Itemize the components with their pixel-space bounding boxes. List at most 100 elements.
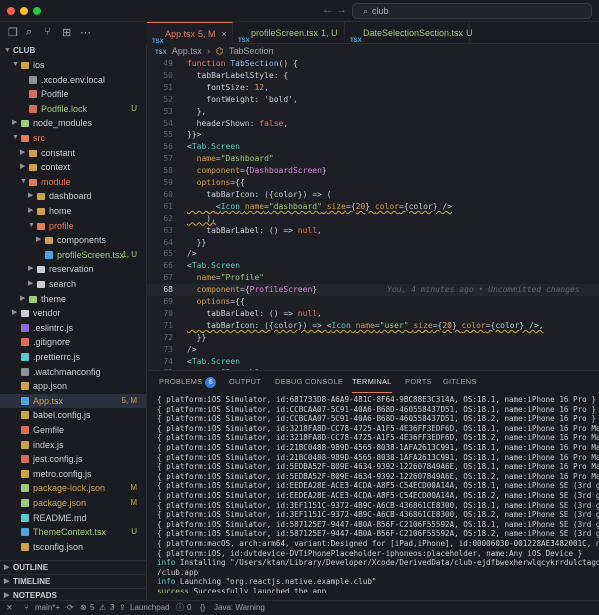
file-row[interactable]: .gitignore <box>0 335 146 349</box>
folder-row[interactable]: ▶ components <box>0 233 146 247</box>
file-row[interactable]: package.json M <box>0 496 146 510</box>
tab-app-tsx[interactable]: TSX App.tsx 5, M × <box>147 22 233 45</box>
code-line[interactable]: 64 }} <box>147 237 599 249</box>
folder-row[interactable]: ▶ context <box>0 160 146 174</box>
chevron-down-icon: ▼ <box>28 221 35 229</box>
warning-count[interactable]: 3 <box>110 601 114 615</box>
panel-tab-output[interactable]: OUTPUT <box>229 371 261 393</box>
section-timeline[interactable]: ▶ TIMELINE <box>0 574 146 588</box>
zoom-window-button[interactable] <box>33 7 41 15</box>
panel-tab-debug-console[interactable]: DEBUG CONSOLE <box>275 371 343 393</box>
close-icon[interactable]: × <box>222 29 227 39</box>
code-editor[interactable]: 49 function TabSection() {50 tabBarLabelS… <box>147 58 599 370</box>
source-control-icon[interactable]: ⑂ <box>44 26 51 38</box>
launchpad-label[interactable]: Launchpad <box>130 601 170 615</box>
code-line[interactable]: 56 <Tab.Screen <box>147 141 599 153</box>
back-arrow-icon[interactable]: ← <box>322 4 333 16</box>
branch-name[interactable]: main*+ <box>35 601 60 615</box>
panel-tab-problems[interactable]: PROBLEMS 6 <box>159 371 217 393</box>
sync-icon[interactable]: ⟳ <box>67 601 74 615</box>
code-line[interactable]: 51 fontSize: 12, <box>147 82 599 94</box>
more-icon[interactable]: ⋯ <box>80 26 91 39</box>
tab-profilescreen-tsx[interactable]: TSX profileScreen.tsx 1, U <box>233 22 345 44</box>
folder-row[interactable]: ▶ theme <box>0 292 146 306</box>
code-line[interactable]: 67 name="Profile" <box>147 272 599 284</box>
line-number: 53 <box>163 106 173 116</box>
code-line[interactable]: 69 options={{ <box>147 296 599 308</box>
code-line[interactable]: 55}}> <box>147 129 599 141</box>
command-center-search[interactable]: ⌕ club <box>352 3 592 19</box>
code-line[interactable]: 68 component={ProfileScreen} You, 4 minut… <box>147 284 599 297</box>
code-line[interactable]: 53 }, <box>147 106 599 118</box>
forward-arrow-icon[interactable]: → <box>336 4 347 16</box>
code-line[interactable]: 61 <Icon name="dashboard" size={20} colo… <box>147 201 599 213</box>
file-row[interactable]: .xcode.env.local <box>0 73 146 87</box>
folder-row[interactable]: ▶ search <box>0 277 146 291</box>
folder-row[interactable]: ▶ home <box>0 204 146 218</box>
folder-row[interactable]: ▶ reservation <box>0 262 146 276</box>
code-line[interactable]: 74 <Tab.Screen <box>147 356 599 368</box>
tab-dateselectionsection-tsx[interactable]: TSX DateSelectionSection.tsx U <box>345 22 473 44</box>
code-line[interactable]: 49 function TabSection() { <box>147 58 599 70</box>
file-row[interactable]: package-lock.json M <box>0 481 146 495</box>
file-row[interactable]: .prettierrc.js <box>0 350 146 364</box>
code-line[interactable]: 62 ), <box>147 213 599 225</box>
extensions-icon[interactable]: ⊞ <box>62 26 71 39</box>
terminal[interactable]: { platform:iOS Simulator, id:681733D8-A6… <box>157 393 599 593</box>
code-line[interactable]: 54 headerShown: false, <box>147 118 599 130</box>
error-count[interactable]: 5 <box>90 601 94 615</box>
code-line[interactable]: 73 /> <box>147 344 599 356</box>
code-line[interactable]: 65 /> <box>147 248 599 260</box>
command-center-text: club <box>372 6 389 16</box>
remote-icon[interactable]: ⨯ <box>6 601 13 615</box>
file-row[interactable]: app.json <box>0 379 146 393</box>
folder-row[interactable]: ▶ vendor <box>0 306 146 320</box>
code-line[interactable]: 72 }} <box>147 332 599 344</box>
file-row[interactable]: Podfile.lock U <box>0 102 146 116</box>
explorer-root[interactable]: ▼ CLUB <box>0 44 146 58</box>
file-row[interactable]: Gemfile <box>0 423 146 437</box>
file-row[interactable]: App.tsx 5, M <box>0 393 146 408</box>
breadcrumb-file[interactable]: App.tsx <box>172 46 202 56</box>
folder-row[interactable]: ▼ src <box>0 131 146 145</box>
search-view-icon[interactable]: ⌕ <box>26 26 32 39</box>
file-row[interactable]: metro.config.js <box>0 467 146 481</box>
folder-row[interactable]: ▼ module <box>0 175 146 189</box>
file-row[interactable]: profileScreen.tsx 1, U <box>0 248 146 262</box>
section-outline[interactable]: ▶ OUTLINE <box>0 560 146 574</box>
folder-row[interactable]: ▶ dashboard <box>0 189 146 203</box>
folder-row[interactable]: ▶ node_modules <box>0 116 146 130</box>
folder-row[interactable]: ▼ profile <box>0 219 146 233</box>
panel-tab-ports[interactable]: PORTS <box>405 371 432 393</box>
minimize-window-button[interactable] <box>20 7 28 15</box>
files-icon[interactable]: ❐ <box>8 26 18 39</box>
file-row[interactable]: .watchmanconfig <box>0 365 146 379</box>
file-row[interactable]: .eslintrc.js <box>0 321 146 335</box>
file-row[interactable]: babel.config.js <box>0 408 146 422</box>
folder-row[interactable]: ▶ constant <box>0 146 146 160</box>
code-line[interactable]: 70 tabBarLabel: () => null, <box>147 308 599 320</box>
code-line[interactable]: 50 tabBarLabelStyle: { <box>147 70 599 82</box>
java-status[interactable]: Java: Warning <box>214 601 265 615</box>
code-line[interactable]: 66 <Tab.Screen <box>147 260 599 272</box>
panel-tab-terminal[interactable]: TERMINAL <box>352 371 392 393</box>
code-line[interactable]: 59 options={{ <box>147 177 599 189</box>
code-line[interactable]: 63 tabBarLabel: () => null, <box>147 225 599 237</box>
code-line[interactable]: 58 component={DashboardScreen} <box>147 165 599 177</box>
file-row[interactable]: ThemeContext.tsx U <box>0 525 146 539</box>
info-count[interactable]: 0 <box>187 601 191 615</box>
code-line[interactable]: 52 fontWeight: 'bold', <box>147 94 599 106</box>
file-row[interactable]: Podfile <box>0 87 146 101</box>
panel-tab-gitlens[interactable]: GITLENS <box>443 371 477 393</box>
file-row[interactable]: jest.config.js <box>0 452 146 466</box>
close-window-button[interactable] <box>7 7 15 15</box>
file-row[interactable]: README.md <box>0 511 146 525</box>
folder-row[interactable]: ▼ ios <box>0 58 146 72</box>
file-row[interactable]: index.js <box>0 438 146 452</box>
code-line[interactable]: 57 name="Dashboard" <box>147 153 599 165</box>
code-line[interactable]: 71 tabBarIcon: ({color}) => <Icon name="… <box>147 320 599 332</box>
file-row[interactable]: tsconfig.json <box>0 540 146 554</box>
code-line[interactable]: 60 tabBarIcon: ({color}) => ( <box>147 189 599 201</box>
file-icon <box>21 484 29 493</box>
breadcrumb-symbol[interactable]: TabSection <box>229 46 274 56</box>
